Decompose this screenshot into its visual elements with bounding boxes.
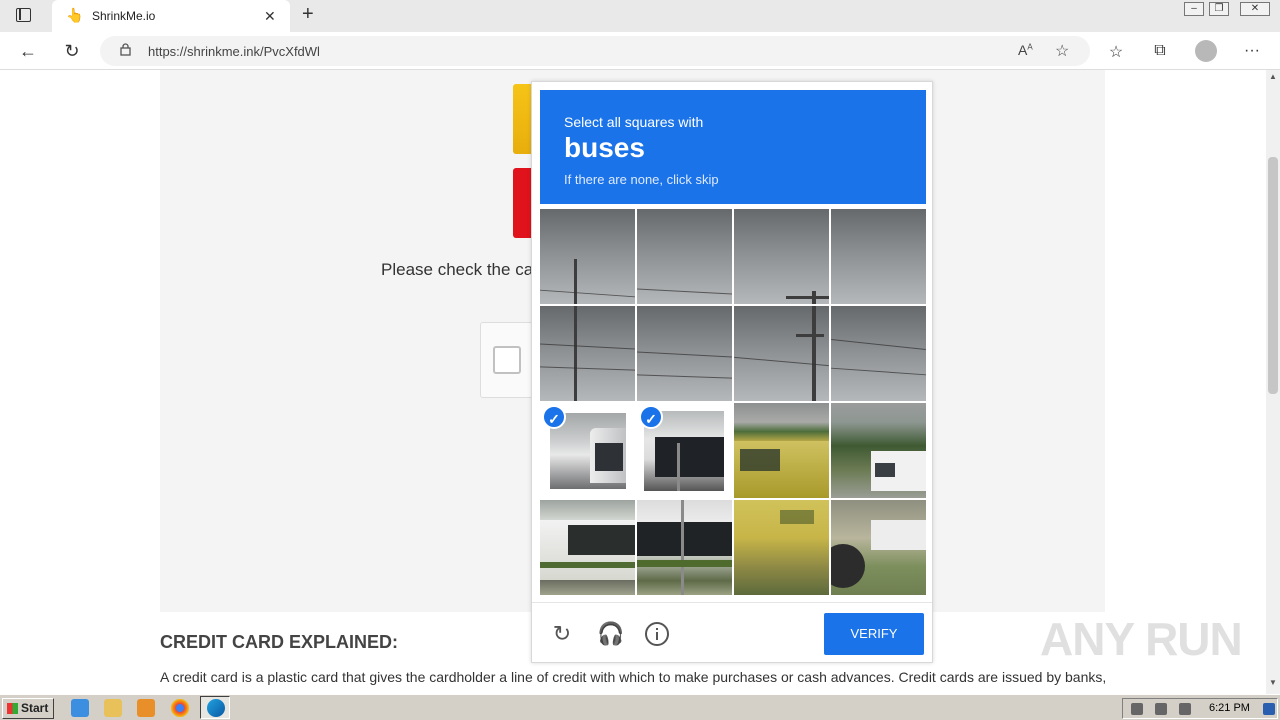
captcha-tile-selected[interactable]: ✓ [540, 403, 635, 498]
url-text[interactable]: https://shrinkme.ink/PvcXfdWl [148, 44, 320, 59]
section-heading: CREDIT CARD EXPLAINED: [160, 632, 399, 652]
captcha-tile[interactable] [637, 500, 732, 595]
captcha-tile[interactable] [831, 403, 926, 498]
read-aloud-icon[interactable]: AA [1018, 42, 1033, 58]
captcha-tile[interactable] [831, 209, 926, 304]
back-arrow-icon[interactable]: ← [17, 41, 39, 62]
captcha-tile[interactable] [540, 500, 635, 595]
ie-icon[interactable] [71, 699, 89, 717]
chrome-icon[interactable] [171, 699, 189, 717]
refresh-icon[interactable]: ↻ [61, 41, 83, 62]
restore-button[interactable]: ❐ [1209, 2, 1229, 16]
captcha-skip-hint: If there are none, click skip [564, 172, 719, 187]
captcha-tile[interactable] [637, 209, 732, 304]
captcha-tile[interactable] [734, 306, 829, 401]
please-check-text: Please check the ca [381, 260, 534, 279]
captcha-footer: ↻ 🎧 VERIFY [532, 602, 932, 662]
close-tab-icon[interactable]: ✕ [264, 8, 276, 25]
hand-emoji-icon: 👆 [66, 7, 84, 23]
reload-icon[interactable]: ↻ [549, 621, 575, 647]
check-icon: ✓ [639, 405, 663, 429]
tab-title: ShrinkMe.io [92, 9, 156, 23]
minimize-button[interactable]: – [1184, 2, 1204, 16]
show-desktop-icon[interactable] [1263, 703, 1275, 715]
section-body: A credit card is a plastic card that giv… [160, 669, 1107, 694]
network-icon[interactable] [1155, 703, 1167, 715]
lock-icon [120, 43, 131, 56]
captcha-tile-selected[interactable]: ✓ [637, 403, 732, 498]
captcha-challenge: Select all squares with buses If there a… [531, 81, 933, 663]
check-icon: ✓ [542, 405, 566, 429]
captcha-tile[interactable] [831, 500, 926, 595]
tab-actions-icon[interactable] [16, 8, 31, 22]
captcha-instruction: Select all squares with [564, 114, 704, 130]
system-tray: 6:21 PM [1122, 698, 1278, 719]
scroll-up-arrow-icon[interactable]: ▲ [1266, 72, 1280, 81]
captcha-header: Select all squares with buses If there a… [540, 90, 926, 204]
windows-taskbar: Start 6:21 PM [0, 694, 1280, 720]
browser-tab[interactable]: 👆 ShrinkMe.io ✕ [52, 0, 290, 32]
start-button[interactable]: Start [2, 698, 54, 719]
captcha-tile[interactable] [637, 306, 732, 401]
more-menu-icon[interactable]: ··· [1241, 42, 1263, 60]
info-icon[interactable] [644, 621, 670, 647]
edge-taskbar-button[interactable] [200, 696, 230, 719]
tab-strip: 👆 ShrinkMe.io ✕ + – ❐ ✕ [0, 0, 1280, 32]
captcha-tile[interactable] [540, 209, 635, 304]
clock: 6:21 PM [1209, 702, 1250, 714]
captcha-image-grid: ✓ ✓ [540, 209, 926, 595]
profile-avatar[interactable] [1195, 40, 1217, 62]
verify-button[interactable]: VERIFY [824, 613, 924, 655]
edge-icon [207, 699, 225, 717]
flag-icon[interactable] [1179, 703, 1191, 715]
captcha-tile[interactable] [734, 500, 829, 595]
close-window-button[interactable]: ✕ [1240, 2, 1270, 16]
recaptcha-checkbox[interactable] [493, 346, 521, 374]
address-bar[interactable]: https://shrinkme.ink/PvcXfdWl AA ☆ [100, 36, 1090, 66]
favorites-icon[interactable]: ☆ [1105, 42, 1127, 62]
new-tab-button[interactable]: + [302, 3, 314, 26]
start-label: Start [21, 701, 49, 715]
windows-logo-icon [7, 703, 18, 714]
volume-icon[interactable] [1131, 703, 1143, 715]
audio-headphones-icon[interactable]: 🎧 [597, 621, 624, 647]
collections-icon[interactable]: ⧉ [1149, 42, 1171, 60]
folder-icon[interactable] [104, 699, 122, 717]
scrollbar-thumb[interactable] [1268, 157, 1278, 394]
add-favorite-icon[interactable]: ☆ [1055, 41, 1069, 61]
captcha-tile[interactable] [831, 306, 926, 401]
captcha-target-word: buses [564, 132, 645, 163]
media-player-icon[interactable] [137, 699, 155, 717]
captcha-tile[interactable] [540, 306, 635, 401]
watermark-logo: ANY RUN [1040, 613, 1243, 665]
scroll-down-arrow-icon[interactable]: ▼ [1266, 678, 1280, 687]
captcha-tile[interactable] [734, 209, 829, 304]
captcha-tile[interactable] [734, 403, 829, 498]
